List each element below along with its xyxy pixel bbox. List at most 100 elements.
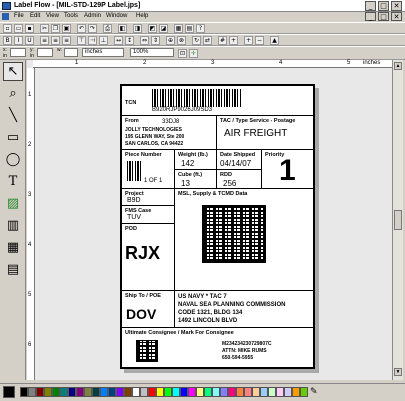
image-tool-icon[interactable]: ▨	[3, 194, 23, 213]
bring-front-icon[interactable]: ◪	[159, 24, 168, 33]
barcode-tool-icon[interactable]: ▥	[3, 216, 23, 235]
color-swatch[interactable]	[108, 387, 116, 397]
grid-icon[interactable]: #	[218, 36, 227, 45]
color-swatch[interactable]	[84, 387, 92, 397]
doc-maximize-button[interactable]: □	[378, 12, 389, 21]
from-section[interactable]: From 33DJ8 JOLLY TECHNOLOGIES 195 GLENN …	[121, 115, 217, 150]
scroll-thumb[interactable]	[394, 210, 402, 230]
color-swatch[interactable]	[132, 387, 140, 397]
zoom-out-icon[interactable]: −	[255, 36, 264, 45]
same-height-icon[interactable]: ⇕	[151, 36, 160, 45]
color-swatch[interactable]	[228, 387, 236, 397]
color-swatch[interactable]	[140, 387, 148, 397]
color-swatch[interactable]	[68, 387, 76, 397]
cut-icon[interactable]: ✂	[40, 24, 49, 33]
color-swatch[interactable]	[204, 387, 212, 397]
color-swatch[interactable]	[188, 387, 196, 397]
space-vert-icon[interactable]: ↕	[125, 36, 134, 45]
rectangle-tool-icon[interactable]: ▭	[3, 128, 23, 147]
date-section[interactable]: Date Shipped 04/14/07	[216, 149, 262, 170]
color-swatch[interactable]	[156, 387, 164, 397]
color-swatch[interactable]	[100, 387, 108, 397]
project-section[interactable]: Project B9D	[121, 188, 175, 206]
color-swatch[interactable]	[116, 387, 124, 397]
menu-edit[interactable]: Edit	[28, 13, 42, 19]
color-swatch[interactable]	[268, 387, 276, 397]
vertical-scrollbar[interactable]: ▲ ▼	[392, 60, 403, 380]
lock-object-icon[interactable]: ▲	[270, 36, 279, 45]
color-swatch[interactable]	[36, 387, 44, 397]
save-icon[interactable]: ▪	[25, 24, 34, 33]
w-input[interactable]	[64, 48, 78, 57]
ship-to-section[interactable]: Ship To / POE DOV	[121, 290, 175, 328]
shipping-label[interactable]: TCN B920RJP9026J09SD3 From 33DJ8 JOLLY T…	[120, 84, 315, 369]
tcn-section[interactable]: TCN B920RJP9026J09SD3	[121, 85, 314, 116]
line-tool-icon[interactable]: ╲	[3, 106, 23, 125]
menu-help[interactable]: Help	[134, 13, 150, 19]
minimize-button[interactable]: _	[365, 1, 376, 11]
doc-close-button[interactable]: ✕	[391, 12, 402, 21]
menu-tools[interactable]: Tools	[62, 13, 80, 19]
align-left-icon[interactable]: ≡	[40, 36, 49, 45]
color-swatch[interactable]	[260, 387, 268, 397]
cube-section[interactable]: Cube (ft.) 13	[174, 169, 217, 189]
rotate-icon[interactable]: ↻	[192, 36, 201, 45]
menu-view[interactable]: View	[44, 13, 61, 19]
consignee-section[interactable]: Ultimate Consignee / Mark For Consignee …	[121, 327, 314, 368]
color-swatch[interactable]	[76, 387, 84, 397]
doc-minimize-button[interactable]: _	[365, 12, 376, 21]
align-right-icon[interactable]: ≡	[62, 36, 71, 45]
color-swatch[interactable]	[292, 387, 300, 397]
open-icon[interactable]: ▭	[14, 24, 23, 33]
fit-icon[interactable]: ⊡	[178, 49, 187, 58]
zoom-select[interactable]: 100%	[130, 48, 174, 57]
database-icon[interactable]: ◧	[118, 24, 127, 33]
text-tool-icon[interactable]: T	[3, 172, 23, 191]
lock-icon[interactable]: ▤	[185, 24, 194, 33]
close-button[interactable]: ✕	[391, 1, 402, 11]
group-icon[interactable]: ▦	[174, 24, 183, 33]
y-input[interactable]	[37, 48, 53, 57]
print-icon[interactable]: ⎙	[103, 24, 112, 33]
properties-icon[interactable]: ◨	[133, 24, 142, 33]
italic-icon[interactable]: I	[14, 36, 23, 45]
align-bottom-icon[interactable]: ⊥	[99, 36, 108, 45]
piece-section[interactable]: Piece Number 1 OF 1	[121, 149, 175, 189]
color-swatch[interactable]	[300, 387, 308, 397]
center-vert-icon[interactable]: ⊗	[177, 36, 186, 45]
redo-icon[interactable]: ↷	[88, 24, 97, 33]
fms-section[interactable]: FMS Case TUV	[121, 205, 175, 224]
weight-section[interactable]: Weight (lb.) 142	[174, 149, 217, 170]
color-swatch[interactable]	[124, 387, 132, 397]
msl-section[interactable]: MSL, Supply & TCMD Data	[174, 188, 314, 291]
ship-address-section[interactable]: US NAVY * TAC 7 NAVAL SEA PLANNING COMMI…	[174, 290, 314, 328]
crosshair-icon[interactable]: ✛	[189, 49, 198, 58]
align-center-icon[interactable]: ≡	[51, 36, 60, 45]
current-color-swatch[interactable]	[3, 386, 15, 398]
tac-section[interactable]: TAC / Type Service - Postage AIR FREIGHT	[216, 115, 314, 150]
zoom-in-icon[interactable]: +	[244, 36, 253, 45]
pointer-tool-icon[interactable]: ↖	[3, 62, 23, 81]
zoom-tool-icon[interactable]: ⌕	[3, 84, 23, 103]
pod-section[interactable]: POD RJX	[121, 223, 175, 291]
color-swatch[interactable]	[52, 387, 60, 397]
color-swatch[interactable]	[28, 387, 36, 397]
color-swatch[interactable]	[220, 387, 228, 397]
help-icon[interactable]: ?	[196, 24, 205, 33]
scroll-up-icon[interactable]: ▲	[394, 62, 402, 70]
x-input[interactable]	[10, 48, 26, 57]
color-swatch[interactable]	[196, 387, 204, 397]
priority-section[interactable]: Priority 1	[261, 149, 314, 189]
color-swatch[interactable]	[148, 387, 156, 397]
color-swatch[interactable]	[212, 387, 220, 397]
color-swatch[interactable]	[276, 387, 284, 397]
scroll-down-icon[interactable]: ▼	[394, 368, 402, 376]
maximize-button[interactable]: □	[378, 1, 389, 11]
center-horiz-icon[interactable]: ⊕	[166, 36, 175, 45]
color-swatch[interactable]	[60, 387, 68, 397]
menu-file[interactable]: File	[12, 13, 26, 19]
color-swatch[interactable]	[164, 387, 172, 397]
color-swatch[interactable]	[172, 387, 180, 397]
color-swatch[interactable]	[20, 387, 28, 397]
color-swatch[interactable]	[252, 387, 260, 397]
